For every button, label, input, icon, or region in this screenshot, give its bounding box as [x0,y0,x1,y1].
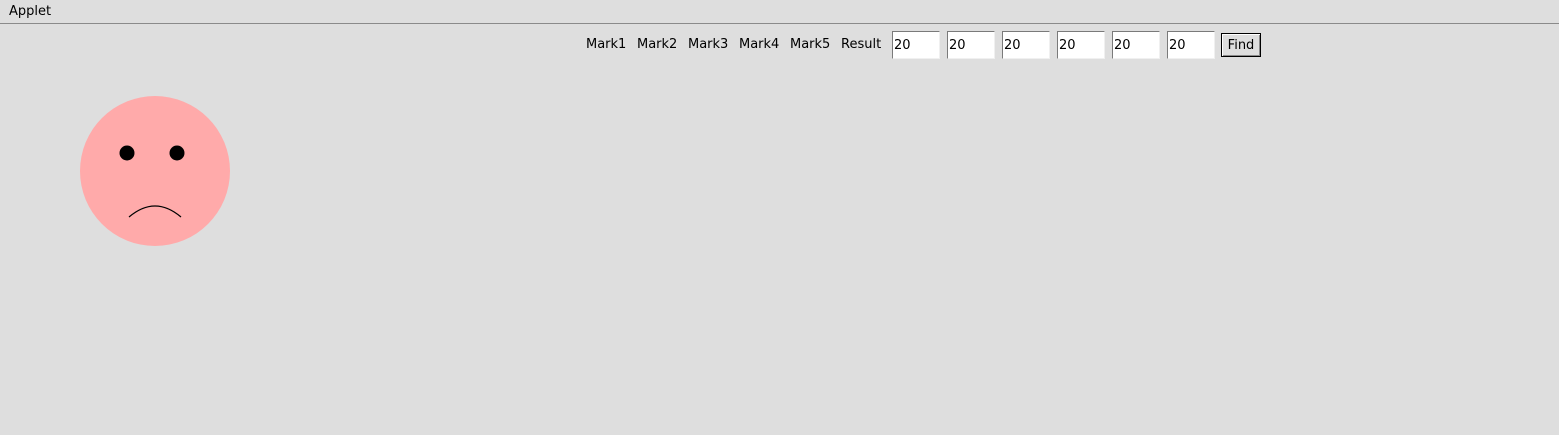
find-button[interactable]: Find [1221,33,1261,57]
right-eye [169,145,185,161]
sad-face-icon [80,96,230,246]
mark4-field[interactable] [1057,31,1105,59]
face-circle [80,96,230,246]
mark1-label: Mark1 [586,37,627,52]
left-eye [119,145,135,161]
mark1-field[interactable] [892,31,940,59]
mark2-field[interactable] [947,31,995,59]
result-label: Result [841,37,882,52]
applet-panel: Mark1 Mark2 Mark3 Mark4 Mark5 Result Fin… [0,25,1559,435]
mark5-field[interactable] [1112,31,1160,59]
mark3-field[interactable] [1002,31,1050,59]
mark4-label: Mark4 [739,37,780,52]
menu-applet[interactable]: Applet [3,2,57,22]
result-field[interactable] [1167,31,1215,59]
mark5-label: Mark5 [790,37,831,52]
menu-bar: Applet [0,0,1559,24]
mark3-label: Mark3 [688,37,729,52]
mark2-label: Mark2 [637,37,678,52]
